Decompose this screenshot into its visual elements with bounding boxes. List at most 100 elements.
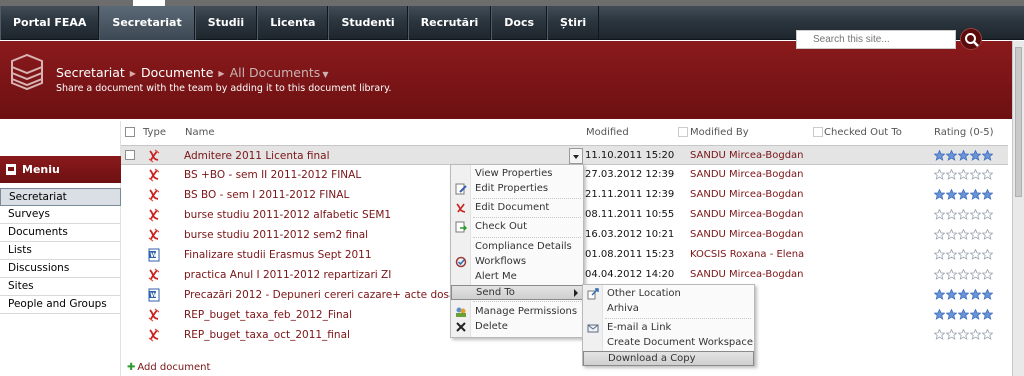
modified-by-link[interactable]: SANDU Mircea-Bogdan [690, 229, 804, 240]
tab-recrutari[interactable]: Recrutări [407, 6, 492, 40]
rating-stars[interactable] [933, 149, 994, 162]
star-icon[interactable] [957, 188, 970, 201]
menu-item-arhiva[interactable]: Arhiva [583, 302, 754, 317]
quicklaunch-item-lists[interactable]: Lists [0, 242, 121, 260]
column-header-rating[interactable]: Rating (0-5) [934, 127, 994, 138]
star-icon[interactable] [957, 208, 970, 221]
tab-studii[interactable]: Studii [194, 6, 258, 40]
view-selector[interactable]: All Documents [230, 65, 321, 80]
document-name-link[interactable]: REP_buget_taxa_oct_2011_final [184, 329, 350, 341]
menu-item-send-to[interactable]: Send To [451, 285, 583, 300]
star-icon[interactable] [933, 149, 946, 162]
quicklaunch-item-secretariat[interactable]: Secretariat [0, 188, 121, 206]
vertical-scrollbar[interactable] [1012, 41, 1024, 376]
star-icon[interactable] [969, 328, 982, 341]
star-icon[interactable] [957, 328, 970, 341]
menu-item-edit-document[interactable]: Edit Document [451, 201, 583, 216]
document-name-link[interactable]: REP_buget_taxa_feb_2012_Final [184, 309, 352, 321]
rating-stars[interactable] [933, 268, 994, 281]
star-icon[interactable] [933, 248, 946, 261]
star-icon[interactable] [969, 268, 982, 281]
menu-item-check-out[interactable]: Check Out [451, 220, 583, 235]
menu-item-manage-permissions[interactable]: Manage Permissions [451, 305, 583, 320]
tab-stiri[interactable]: Știri [547, 6, 600, 40]
star-icon[interactable] [981, 248, 994, 261]
star-icon[interactable] [945, 308, 958, 321]
quicklaunch-item-documents[interactable]: Documents [0, 224, 121, 242]
star-icon[interactable] [981, 208, 994, 221]
quicklaunch-item-discussions[interactable]: Discussions [0, 260, 121, 278]
star-icon[interactable] [933, 168, 946, 181]
star-icon[interactable] [933, 228, 946, 241]
column-header-name[interactable]: Name [185, 127, 215, 138]
star-icon[interactable] [981, 188, 994, 201]
rating-stars[interactable] [933, 168, 994, 181]
star-icon[interactable] [933, 188, 946, 201]
modified-by-link[interactable]: SANDU Mircea-Bogdan [690, 189, 804, 200]
star-icon[interactable] [945, 248, 958, 261]
column-filter-checkbox[interactable] [813, 127, 823, 137]
star-icon[interactable] [957, 149, 970, 162]
document-name-link[interactable]: BS +BO - sem II 2011-2012 FINAL [184, 169, 361, 181]
star-icon[interactable] [933, 288, 946, 301]
star-icon[interactable] [969, 149, 982, 162]
star-icon[interactable] [945, 228, 958, 241]
tab-licenta[interactable]: Licenta [257, 6, 329, 40]
breadcrumb-list[interactable]: Documente [141, 65, 213, 80]
star-icon[interactable] [981, 308, 994, 321]
star-icon[interactable] [969, 308, 982, 321]
menu-item-e-mail-a-link[interactable]: E-mail a Link [583, 321, 754, 336]
add-document-link[interactable]: ✚ Add document [127, 362, 210, 373]
star-icon[interactable] [933, 328, 946, 341]
star-icon[interactable] [969, 228, 982, 241]
menu-item-other-location[interactable]: Other Location [583, 287, 754, 302]
menu-item-edit-properties[interactable]: Edit Properties [451, 182, 583, 197]
star-icon[interactable] [933, 268, 946, 281]
column-filter-checkbox[interactable] [678, 127, 688, 137]
document-name-link[interactable]: BS BO - sem I 2011-2012 FINAL [184, 189, 349, 201]
star-icon[interactable] [945, 288, 958, 301]
document-name-link[interactable]: burse studiu 2011-2012 alfabetic SEM1 [184, 209, 391, 221]
rating-stars[interactable] [933, 288, 994, 301]
tab-secretariat[interactable]: Secretariat [99, 6, 195, 40]
rating-stars[interactable] [933, 328, 994, 341]
document-name-link[interactable]: Finalizare studii Erasmus Sept 2011 [184, 249, 372, 261]
star-icon[interactable] [981, 288, 994, 301]
star-icon[interactable] [945, 268, 958, 281]
modified-by-link[interactable]: SANDU Mircea-Bogdan [690, 169, 804, 180]
menu-item-compliance-details[interactable]: Compliance Details [451, 240, 583, 255]
rating-stars[interactable] [933, 188, 994, 201]
rating-stars[interactable] [933, 308, 994, 321]
star-icon[interactable] [969, 248, 982, 261]
document-name-link[interactable]: burse studiu 2011-2012 sem2 final [184, 229, 368, 241]
quicklaunch-item-people-and-groups[interactable]: People and Groups [0, 296, 121, 314]
star-icon[interactable] [933, 308, 946, 321]
star-icon[interactable] [981, 228, 994, 241]
chevron-down-icon[interactable]: ▼ [322, 70, 328, 79]
column-header-modified[interactable]: Modified [586, 127, 629, 138]
star-icon[interactable] [957, 268, 970, 281]
star-icon[interactable] [945, 208, 958, 221]
star-icon[interactable] [981, 149, 994, 162]
search-button[interactable] [960, 28, 982, 50]
menu-item-create-document-workspace[interactable]: Create Document Workspace [583, 336, 754, 351]
star-icon[interactable] [969, 288, 982, 301]
rating-stars[interactable] [933, 208, 994, 221]
star-icon[interactable] [957, 228, 970, 241]
menu-item-download-a-copy[interactable]: Download a Copy [583, 351, 754, 366]
modified-by-link[interactable]: SANDU Mircea-Bogdan [690, 269, 804, 280]
modified-by-link[interactable]: SANDU Mircea-Bogdan [690, 209, 804, 220]
star-icon[interactable] [957, 248, 970, 261]
row-select-checkbox[interactable] [125, 150, 135, 160]
star-icon[interactable] [945, 188, 958, 201]
menu-item-alert-me[interactable]: Alert Me [451, 270, 583, 285]
quicklaunch-item-surveys[interactable]: Surveys [0, 206, 121, 224]
menu-item-view-properties[interactable]: View Properties [451, 167, 583, 182]
rating-stars[interactable] [933, 228, 994, 241]
tab-studenti[interactable]: Studenti [328, 6, 408, 40]
star-icon[interactable] [945, 149, 958, 162]
document-name-link[interactable]: practica Anul I 2011-2012 repartizari ZI [184, 269, 391, 281]
tab-portal-feaa[interactable]: Portal FEAA [0, 6, 100, 40]
column-header-modified-by[interactable]: Modified By [690, 127, 749, 138]
star-icon[interactable] [933, 208, 946, 221]
